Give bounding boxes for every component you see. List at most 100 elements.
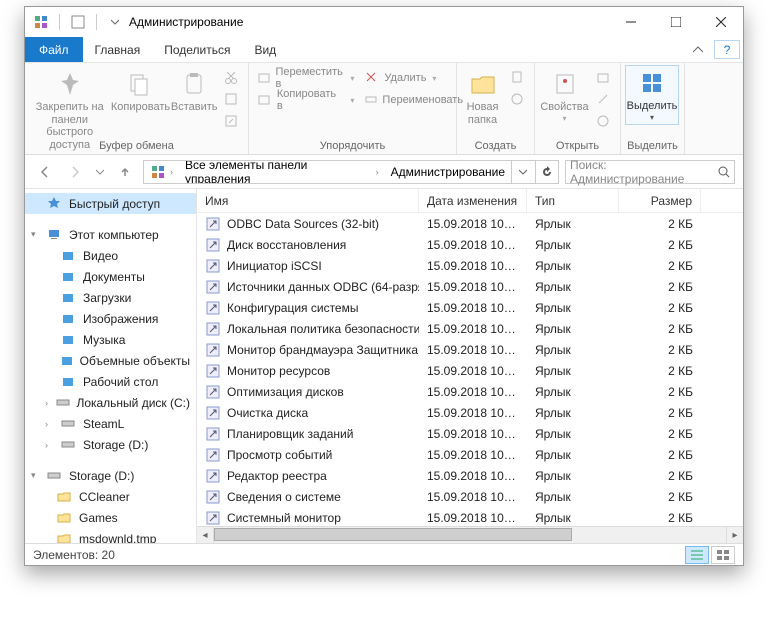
nav-item[interactable]: Документы (25, 266, 196, 287)
nav-item[interactable]: Изображения (25, 308, 196, 329)
nav-item[interactable]: ›Локальный диск (C:) (25, 392, 196, 413)
scroll-right-icon[interactable]: ▸ (726, 527, 743, 543)
file-row[interactable]: Системный монитор15.09.2018 10:29Ярлык2 … (197, 507, 743, 526)
close-button[interactable] (698, 7, 743, 37)
history-button[interactable] (592, 111, 616, 133)
nav-item[interactable]: Музыка (25, 329, 196, 350)
file-row[interactable]: Конфигурация системы15.09.2018 10:29Ярлы… (197, 297, 743, 318)
delete-icon (364, 70, 380, 86)
pin-icon (55, 69, 85, 99)
nav-item[interactable]: msdownld.tmp (25, 528, 196, 543)
delete-button[interactable]: Удалить▾ (360, 67, 454, 89)
move-to-button[interactable]: Переместить в▾ (253, 67, 358, 89)
file-row[interactable]: Локальная политика безопасности15.09.201… (197, 318, 743, 339)
details-view-button[interactable] (685, 546, 709, 564)
nav-item[interactable]: Загрузки (25, 287, 196, 308)
nav-recent-button[interactable] (93, 160, 107, 184)
scrollbar-thumb[interactable] (214, 528, 572, 541)
nav-forward-button[interactable] (63, 160, 87, 184)
shortcut-icon (205, 321, 221, 337)
nav-back-button[interactable] (33, 160, 57, 184)
nav-item[interactable]: Видео (25, 245, 196, 266)
rename-button[interactable]: Переименовать (360, 89, 454, 111)
status-bar: Элементов: 20 (25, 543, 743, 565)
copy-path-button[interactable] (220, 89, 244, 111)
file-row[interactable]: Очистка диска15.09.2018 10:29Ярлык2 КБ (197, 402, 743, 423)
refresh-button[interactable] (535, 161, 558, 183)
nav-item[interactable]: Объемные объекты (25, 350, 196, 371)
col-type[interactable]: Тип (527, 189, 619, 212)
ribbon-collapse-icon[interactable] (685, 37, 711, 62)
file-row[interactable]: Монитор брандмауэра Защитника Win...15.0… (197, 339, 743, 360)
address-bar[interactable]: › Все элементы панели управления› Админи… (143, 160, 559, 184)
properties-button[interactable]: Свойства ▾ (539, 65, 590, 123)
paste-icon (179, 69, 209, 99)
search-input[interactable]: Поиск: Администрирование (565, 160, 735, 184)
nav-item[interactable]: CCleaner (25, 486, 196, 507)
pin-button[interactable]: Закрепить на панели быстрого доступа (29, 65, 110, 152)
file-row[interactable]: Инициатор iSCSI15.09.2018 10:29Ярлык2 КБ (197, 255, 743, 276)
help-button[interactable]: ? (714, 40, 740, 59)
select-button[interactable]: Выделить ▾ (625, 65, 679, 125)
col-date[interactable]: Дата изменения (419, 189, 527, 212)
nav-item[interactable]: Games (25, 507, 196, 528)
file-row[interactable]: Сведения о системе15.09.2018 10:29Ярлык2… (197, 486, 743, 507)
breadcrumb[interactable]: Все элементы панели управления (185, 160, 372, 184)
nav-item[interactable]: ›SteamL (25, 413, 196, 434)
copy-to-button[interactable]: Копировать в▾ (253, 89, 358, 111)
file-row[interactable]: Оптимизация дисков15.09.2018 10:29Ярлык2… (197, 381, 743, 402)
drive-icon (47, 468, 63, 484)
nav-up-button[interactable] (113, 160, 137, 184)
shortcut-icon (205, 510, 221, 526)
col-name[interactable]: Имя (197, 189, 419, 212)
file-row[interactable]: Просмотр событий15.09.2018 10:29Ярлык2 К… (197, 444, 743, 465)
paste-shortcut-button[interactable] (220, 111, 244, 133)
new-folder-button[interactable]: Новая папка (461, 65, 504, 126)
file-row[interactable]: ODBC Data Sources (32-bit)15.09.2018 10:… (197, 213, 743, 234)
shortcut-icon (205, 447, 221, 463)
nav-quick-access[interactable]: Быстрый доступ (25, 193, 196, 214)
file-row[interactable]: Монитор ресурсов15.09.2018 10:29Ярлык2 К… (197, 360, 743, 381)
nav-item[interactable]: ›Storage (D:) (25, 434, 196, 455)
file-row[interactable]: Источники данных ODBC (64-разрядна...15.… (197, 276, 743, 297)
titlebar: Администрирование (25, 7, 743, 37)
edit-button[interactable] (592, 89, 616, 111)
folder-icon (57, 531, 73, 544)
select-icon (637, 68, 667, 98)
easy-access-button[interactable] (506, 89, 530, 111)
address-dropdown[interactable] (511, 161, 534, 183)
minimize-button[interactable] (608, 7, 653, 37)
shortcut-icon (205, 237, 221, 253)
file-rows[interactable]: ODBC Data Sources (32-bit)15.09.2018 10:… (197, 213, 743, 526)
maximize-button[interactable] (653, 7, 698, 37)
column-headers[interactable]: Имя Дата изменения Тип Размер (197, 189, 743, 213)
qat-props-icon[interactable] (70, 14, 86, 30)
cut-button[interactable] (220, 67, 244, 89)
shortcut-icon (205, 258, 221, 274)
nav-storage-d[interactable]: ▾Storage (D:) (25, 465, 196, 486)
file-row[interactable]: Редактор реестра15.09.2018 10:29Ярлык2 К… (197, 465, 743, 486)
icons-view-button[interactable] (711, 546, 735, 564)
new-item-button[interactable] (506, 67, 530, 89)
tab-view[interactable]: Вид (242, 37, 288, 62)
file-list: Имя Дата изменения Тип Размер ODBC Data … (197, 189, 743, 543)
file-row[interactable]: Планировщик заданий15.09.2018 10:29Ярлык… (197, 423, 743, 444)
paste-button[interactable]: Вставить (170, 65, 218, 114)
scroll-left-icon[interactable]: ◂ (197, 527, 214, 543)
open-button[interactable] (592, 67, 616, 89)
qat-dropdown-icon[interactable] (107, 14, 123, 30)
status-count: 20 (102, 548, 115, 562)
horizontal-scrollbar[interactable]: ◂ ▸ (197, 526, 743, 543)
nav-this-pc[interactable]: ▾Этот компьютер (25, 224, 196, 245)
col-size[interactable]: Размер (619, 189, 701, 212)
folder-icon (61, 332, 77, 348)
nav-item[interactable]: Рабочий стол (25, 371, 196, 392)
folder-icon (61, 269, 77, 285)
file-row[interactable]: Диск восстановления15.09.2018 10:29Ярлык… (197, 234, 743, 255)
copy-button[interactable]: Копировать (112, 65, 168, 114)
file-menu[interactable]: Файл (25, 37, 83, 62)
tab-share[interactable]: Поделиться (152, 37, 242, 62)
navigation-pane[interactable]: Быстрый доступ ▾Этот компьютер ВидеоДоку… (25, 189, 197, 543)
tab-home[interactable]: Главная (83, 37, 153, 62)
breadcrumb[interactable]: Администрирование (391, 165, 505, 179)
